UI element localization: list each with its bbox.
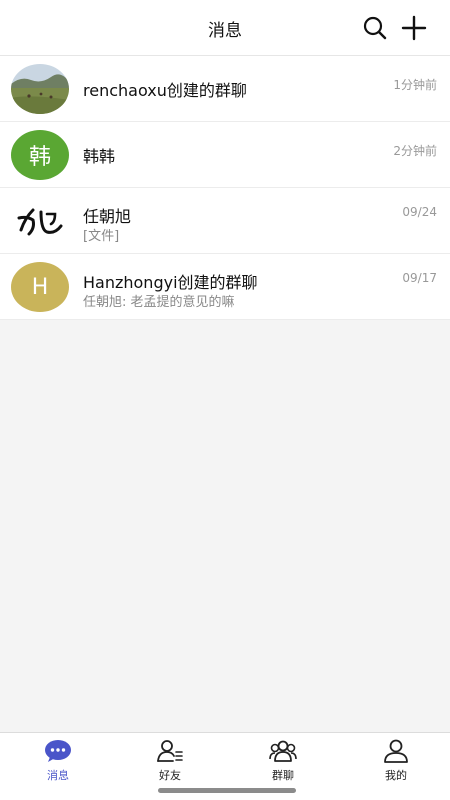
conversation-preview: 任朝旭: 老孟提的意见的嘛 [83,295,235,310]
tab-groups[interactable]: 群聊 [253,739,313,783]
group-icon [269,740,297,762]
conversation-title: renchaoxu创建的群聊 [83,81,247,100]
search-icon [363,16,387,40]
avatar-text: H [31,274,49,300]
group-avatar: H [11,262,69,312]
conversation-time: 09/24 [402,205,437,219]
plus-icon [401,15,427,41]
conversation-title: 任朝旭 [83,207,132,226]
tab-label: 群聊 [272,769,294,782]
contact-avatar: 韩 [11,130,69,180]
contact-avatar-calligraphy [11,196,69,246]
conversation-time: 1分钟前 [393,78,437,92]
conversation-item[interactable]: 任朝旭 [文件] 09/24 [0,188,450,254]
tab-label: 我的 [385,769,407,782]
add-button[interactable] [400,14,428,42]
conversation-title: Hanzhongyi创建的群聊 [83,273,258,292]
conversation-title: 韩韩 [83,147,116,166]
search-button[interactable] [361,14,389,42]
home-indicator[interactable] [158,788,296,793]
tab-friends[interactable]: 好友 [140,739,200,783]
tab-me[interactable]: 我的 [366,739,426,783]
conversation-time: 09/17 [402,271,437,285]
conversation-list: renchaoxu创建的群聊 1分钟前 韩 韩韩 2分钟前 任朝旭 [文件] 0… [0,56,450,320]
avatar-text: 韩 [28,145,51,170]
friends-icon [157,740,183,762]
chat-bubble-icon [45,740,71,762]
conversation-time: 2分钟前 [393,144,437,158]
group-avatar-photo [11,64,69,114]
tab-label: 消息 [47,769,69,782]
top-bar: 消息 [0,0,450,56]
conversation-item[interactable]: H Hanzhongyi创建的群聊 任朝旭: 老孟提的意见的嘛 09/17 [0,254,450,320]
tab-label: 好友 [159,769,181,782]
tab-messages[interactable]: 消息 [28,739,88,783]
conversation-item[interactable]: 韩 韩韩 2分钟前 [0,122,450,188]
conversation-preview: [文件] [83,229,120,244]
conversation-item[interactable]: renchaoxu创建的群聊 1分钟前 [0,56,450,122]
person-icon [384,739,408,763]
